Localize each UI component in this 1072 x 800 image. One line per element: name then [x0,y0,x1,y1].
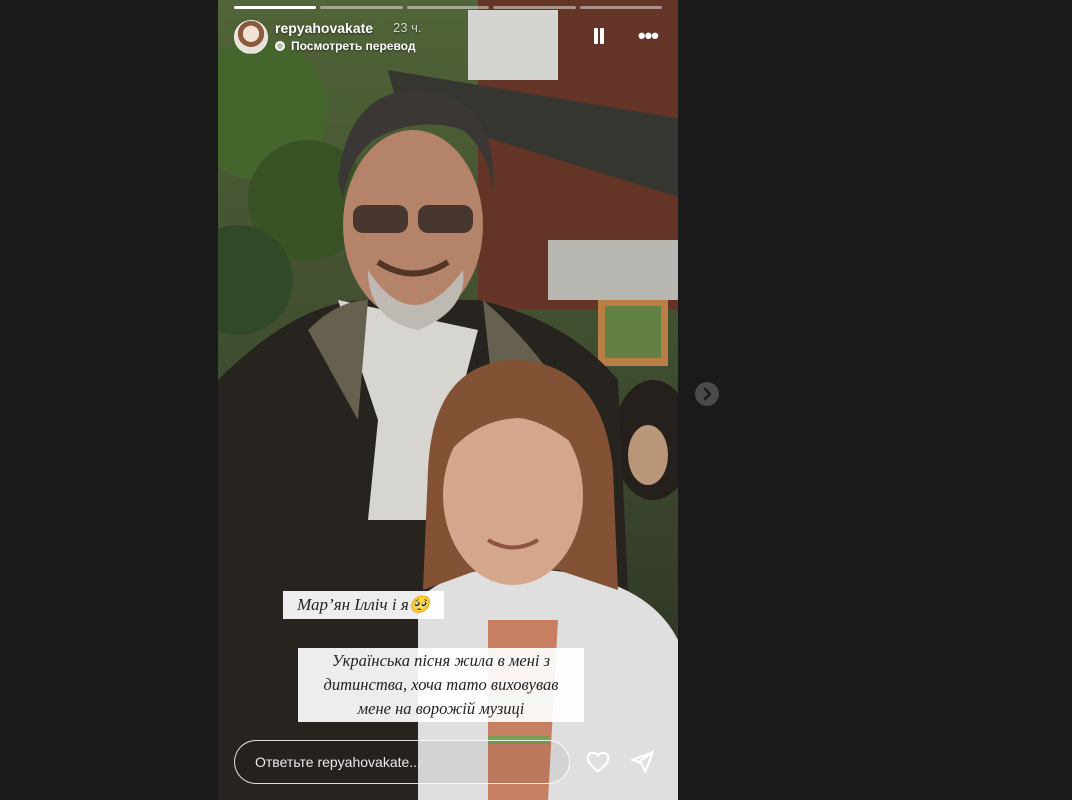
progress-segment [493,6,576,9]
translate-icon [275,41,285,51]
username[interactable]: repyahovakate [275,20,373,36]
progress-segment [579,6,663,9]
reply-input[interactable]: Ответьте repyahovakate... [234,740,570,784]
chevron-right-icon[interactable] [695,382,719,406]
caption-line: Українська пісня жила в мені з [331,651,551,670]
translate-label: Посмотреть перевод [291,39,416,53]
caption-line: мене на ворожій музиці [357,699,525,718]
translate-button[interactable]: Посмотреть перевод [275,39,415,53]
caption-sticker: Мар’ян Ілліч і я🥺 [283,591,444,619]
caption-sticker-text: Українська пісня жила в мені з дитинства… [298,648,584,722]
progress-segment [406,6,490,9]
caption-line: дитинства, хоча тато виховував [323,675,559,694]
story-footer: Ответьте repyahovakate... [234,740,662,786]
progress-segment [320,6,403,9]
story-header: repyahovakate 23 ч. Посмотреть перевод •… [234,20,662,56]
story-progress-bar [234,6,663,9]
more-icon[interactable]: ••• [638,25,659,47]
pause-icon[interactable] [592,28,606,44]
avatar[interactable] [234,20,268,54]
story-viewer[interactable]: repyahovakate 23 ч. Посмотреть перевод •… [218,0,678,800]
progress-segment [234,6,317,9]
heart-icon[interactable] [585,749,611,775]
story-time: 23 ч. [393,20,422,35]
send-icon[interactable] [629,749,655,775]
